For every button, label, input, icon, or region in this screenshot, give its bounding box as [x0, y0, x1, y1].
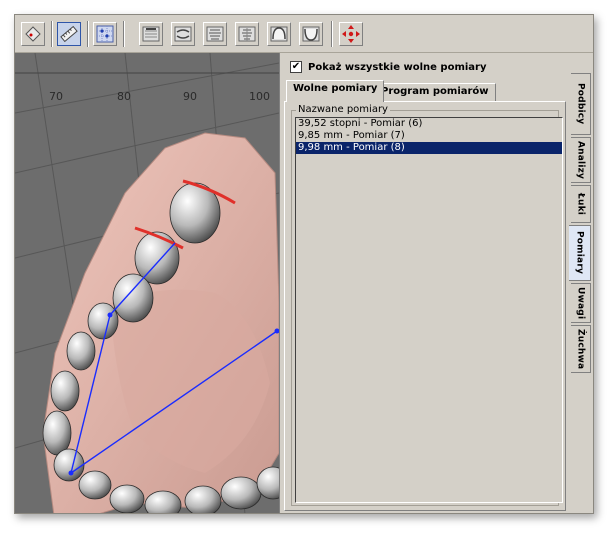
occlusion-view-3-icon[interactable]: [203, 22, 227, 46]
view-front-icon[interactable]: [21, 22, 45, 46]
lower-arch-view-icon[interactable]: [299, 22, 323, 46]
side-tab-label: Podbicy: [575, 83, 586, 125]
side-tab-uwagi[interactable]: Uwagi: [571, 283, 591, 323]
tab-free-measurements[interactable]: Wolne pomiary: [286, 80, 385, 102]
ruler-tick: 80: [117, 90, 131, 103]
ruler-tick: 70: [49, 90, 63, 103]
measurements-list[interactable]: 39,52 stopni - Pomiar (6) 9,85 mm - Pomi…: [295, 117, 563, 503]
list-item-selected[interactable]: 9,98 mm - Pomiar (8): [296, 142, 562, 154]
list-item[interactable]: 39,52 stopni - Pomiar (6): [296, 118, 562, 130]
toolbar: [15, 15, 593, 53]
application-window: 70 80 90 100 ✔ Pokaż wszystkie wolne pom…: [14, 14, 594, 514]
named-measurements-group: Nazwane pomiary 39,52 stopni - Pomiar (6…: [291, 104, 563, 506]
side-tab-podbicy[interactable]: Podbicy: [571, 73, 591, 135]
side-tab-analizy[interactable]: Analizy: [571, 137, 591, 183]
group-title: Nazwane pomiary: [296, 104, 390, 115]
dental-model-scene: [15, 53, 279, 513]
side-tabs: Podbicy Analizy Łuki Pomiary Uwagi Żuchw…: [569, 53, 593, 513]
ruler-tick: 100: [249, 90, 270, 103]
occlusion-view-1-icon[interactable]: [139, 22, 163, 46]
3d-viewport[interactable]: 70 80 90 100: [15, 53, 279, 513]
side-tab-luki[interactable]: Łuki: [571, 185, 591, 223]
occlusion-view-4-icon[interactable]: [235, 22, 259, 46]
occlusion-view-2-icon[interactable]: [171, 22, 195, 46]
tab-measurement-program[interactable]: Program pomiarów: [374, 83, 496, 101]
show-all-label: Pokaż wszystkie wolne pomiary: [308, 61, 487, 73]
measure-ruler-icon[interactable]: [57, 22, 81, 46]
side-tab-label: Uwagi: [575, 286, 586, 320]
side-tab-label: Analizy: [575, 140, 586, 180]
grid-dots-icon[interactable]: [93, 22, 117, 46]
measurements-panel: ✔ Pokaż wszystkie wolne pomiary Wolne po…: [279, 53, 569, 513]
show-all-checkbox[interactable]: ✔: [290, 61, 302, 73]
side-tab-zuchwa[interactable]: Żuchwa: [571, 325, 591, 373]
tab-content: Nazwane pomiary 39,52 stopni - Pomiar (6…: [284, 101, 566, 511]
side-tab-label: Żuchwa: [575, 328, 586, 370]
move-points-icon[interactable]: [339, 22, 363, 46]
list-item[interactable]: 9,85 mm - Pomiar (7): [296, 130, 562, 142]
arch-view-icon[interactable]: [267, 22, 291, 46]
show-all-measurements-row[interactable]: ✔ Pokaż wszystkie wolne pomiary: [290, 61, 487, 73]
ruler-tick: 90: [183, 90, 197, 103]
side-tab-label: Pomiary: [574, 231, 585, 275]
side-tab-label: Łuki: [575, 192, 586, 216]
side-tab-pomiary[interactable]: Pomiary: [569, 225, 591, 281]
